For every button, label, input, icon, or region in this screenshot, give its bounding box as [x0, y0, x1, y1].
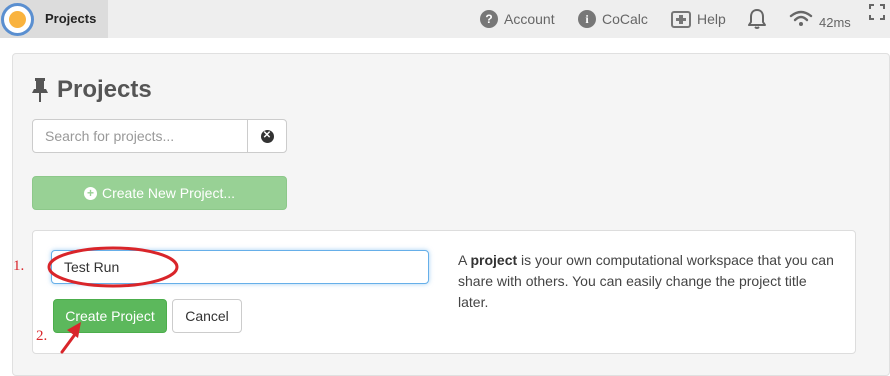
nav-help-label: Help	[697, 11, 726, 27]
nav-connection[interactable]: 42ms	[789, 0, 851, 38]
create-new-project-label: Create New Project...	[101, 185, 236, 201]
nav-account-label: Account	[504, 11, 555, 27]
nav-account[interactable]: ? Account	[480, 0, 555, 38]
info-circle-icon: i	[578, 10, 596, 28]
tab-projects[interactable]: Projects	[0, 0, 108, 38]
search-clear-button[interactable]: ✕	[247, 120, 286, 152]
project-title-input[interactable]	[51, 250, 429, 284]
question-circle-icon: ?	[480, 10, 498, 28]
project-description: A project is your own computational work…	[458, 250, 838, 313]
nav-help[interactable]: Help	[671, 0, 726, 38]
nav-notifications[interactable]	[747, 0, 767, 38]
page-title-text: Projects	[57, 76, 152, 103]
step-2-label: 2.	[36, 328, 48, 344]
cancel-button[interactable]: Cancel	[172, 299, 242, 333]
medkit-icon	[671, 10, 691, 28]
nav-cocalc[interactable]: i CoCalc	[578, 0, 648, 38]
fullscreen-icon[interactable]	[869, 4, 885, 20]
bell-icon	[747, 8, 767, 30]
search-input[interactable]	[33, 120, 247, 152]
description-prefix: A	[458, 252, 471, 268]
top-nav-bar: Projects ? Account i CoCalc Help 42ms	[0, 0, 890, 38]
search-box: ✕	[32, 119, 287, 153]
nav-cocalc-label: CoCalc	[602, 11, 648, 27]
plus-circle-icon: +	[83, 186, 97, 200]
wifi-icon	[789, 9, 813, 30]
ping-time: 42ms	[819, 14, 851, 30]
cocalc-logo-icon	[1, 3, 34, 36]
create-new-project-button[interactable]: + Create New Project...	[32, 176, 287, 210]
create-project-button[interactable]: Create Project	[53, 299, 167, 333]
description-bold: project	[470, 252, 518, 268]
tab-projects-label: Projects	[45, 11, 97, 26]
times-circle-icon: ✕	[260, 129, 274, 143]
page-title: Projects	[30, 76, 152, 104]
thumbtack-icon	[30, 77, 50, 103]
step-1-label: 1.	[13, 258, 25, 274]
